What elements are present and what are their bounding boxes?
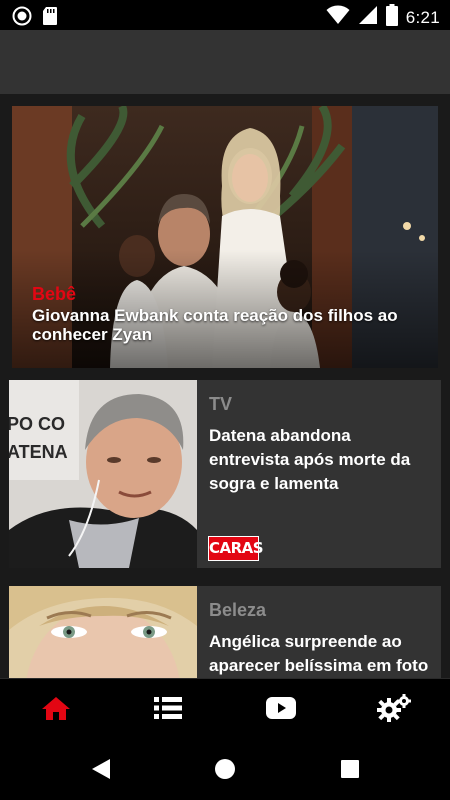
article-photo <box>9 586 197 678</box>
status-bar: 6:21 <box>0 0 450 30</box>
app-toolbar <box>0 30 450 94</box>
list-icon <box>154 696 182 725</box>
article-photo: PO CO ATENA <box>9 380 197 568</box>
hero-category: Bebê <box>32 284 77 304</box>
nav-settings-button[interactable] <box>374 693 414 727</box>
backdrop-text-1: PO CO <box>9 414 65 434</box>
home-icon <box>41 695 71 726</box>
system-navigation-bar <box>0 740 450 800</box>
hero-article[interactable]: Bebê Giovanna Ewbank conta reação dos fi… <box>12 106 438 368</box>
nav-list-button[interactable] <box>148 695 188 725</box>
article-category: Beleza <box>209 600 267 620</box>
nav-home-button[interactable] <box>36 695 76 725</box>
article-category: TV <box>209 394 233 414</box>
status-clock: 6:21 <box>405 7 440 27</box>
caras-logo: CARAS <box>208 536 264 561</box>
article-title[interactable]: Angélica surpreende ao aparecer belíssim… <box>209 630 433 678</box>
back-button[interactable] <box>88 758 114 784</box>
hero-title[interactable]: Giovanna Ewbank conta reação dos filhos … <box>32 306 412 344</box>
nav-video-button[interactable] <box>261 695 301 725</box>
article-title[interactable]: Datena abandona entrevista após morte da… <box>209 424 433 496</box>
bottom-navigation <box>0 678 450 740</box>
square-recents-icon <box>340 759 360 784</box>
record-icon <box>12 6 32 31</box>
sd-card-icon <box>42 6 58 31</box>
youtube-icon <box>266 696 296 724</box>
signal-icon <box>358 5 378 30</box>
circle-home-icon <box>214 758 236 785</box>
news-feed[interactable]: Bebê Giovanna Ewbank conta reação dos fi… <box>0 94 450 678</box>
backdrop-text-2: ATENA <box>9 442 68 462</box>
battery-icon <box>385 4 398 31</box>
home-system-button[interactable] <box>212 758 238 784</box>
settings-icon <box>377 693 411 727</box>
back-icon <box>91 758 111 785</box>
article-card[interactable]: PO CO ATENA TV Datena abandona entrevist… <box>9 380 441 568</box>
article-card[interactable]: Beleza Angélica surpreende ao aparecer b… <box>9 586 441 678</box>
recents-button[interactable] <box>337 758 363 784</box>
wifi-icon <box>326 5 350 30</box>
